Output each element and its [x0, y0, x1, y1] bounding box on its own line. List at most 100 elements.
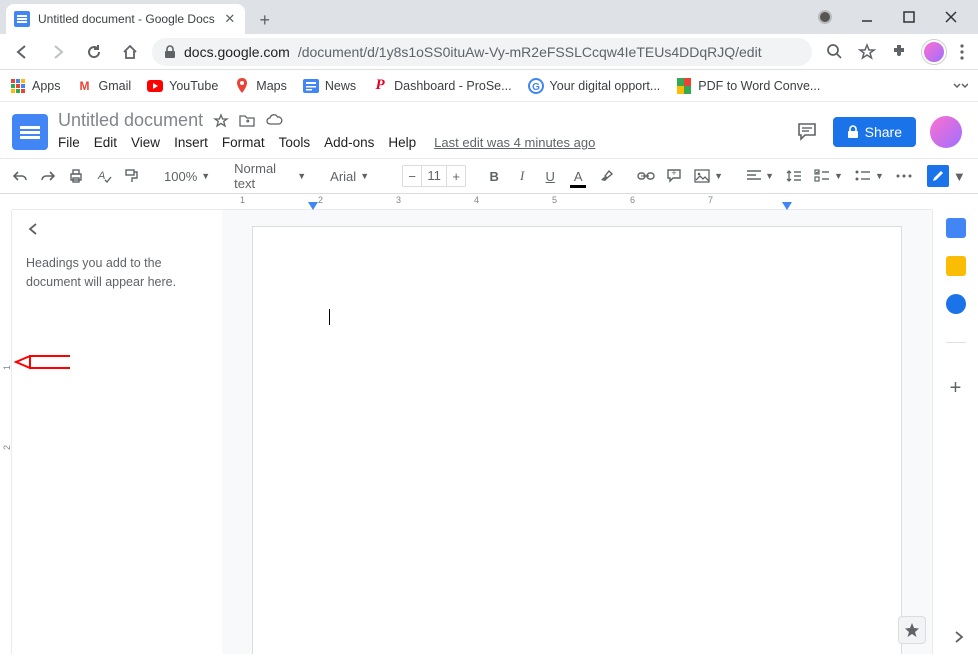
- last-edit-link[interactable]: Last edit was 4 minutes ago: [434, 135, 595, 150]
- bold-button[interactable]: B: [482, 164, 506, 188]
- account-avatar[interactable]: [930, 116, 962, 148]
- font-family-dropdown[interactable]: Arial▼: [326, 169, 386, 184]
- tab-close-icon[interactable]: ✕: [223, 12, 237, 26]
- comments-icon[interactable]: [795, 120, 819, 144]
- google-g-icon: G: [528, 78, 544, 94]
- bookmark-youtube[interactable]: YouTube: [147, 78, 218, 94]
- font-size-increase[interactable]: +: [447, 166, 465, 186]
- chrome-menu-icon[interactable]: [960, 44, 964, 60]
- outline-hint-text: Headings you add to the document will ap…: [26, 254, 208, 292]
- url-path: /document/d/1y8s1oSS0ituAw-Vy-mR2eFSSLCc…: [298, 44, 762, 60]
- italic-button[interactable]: I: [510, 164, 534, 188]
- tasks-icon[interactable]: [946, 294, 966, 314]
- side-panel: +: [932, 210, 978, 654]
- insert-link-button[interactable]: [634, 164, 658, 188]
- docs-logo-icon[interactable]: [12, 114, 48, 150]
- star-icon[interactable]: [213, 113, 229, 129]
- bookmark-google[interactable]: GYour digital opport...: [528, 78, 661, 94]
- document-page[interactable]: [252, 226, 902, 654]
- bookmark-label: PDF to Word Conve...: [698, 79, 820, 93]
- bookmark-pinterest[interactable]: PDashboard - ProSe...: [372, 78, 511, 94]
- extensions-icon[interactable]: [890, 43, 908, 61]
- maps-pin-icon: [234, 78, 250, 94]
- menu-view[interactable]: View: [131, 135, 160, 150]
- undo-button[interactable]: [8, 164, 32, 188]
- chevron-down-icon: ▼: [297, 171, 306, 181]
- align-dropdown[interactable]: ▼: [743, 170, 778, 182]
- browser-profile-avatar[interactable]: [922, 40, 946, 64]
- bulleted-list-dropdown[interactable]: ▼: [851, 169, 888, 183]
- chevron-down-icon: ▼: [765, 171, 774, 181]
- nav-home-button[interactable]: [116, 38, 144, 66]
- add-comment-button[interactable]: +: [662, 164, 686, 188]
- zoom-dropdown[interactable]: 100%▼: [160, 169, 214, 184]
- menu-addons[interactable]: Add-ons: [324, 135, 374, 150]
- line-spacing-dropdown[interactable]: [782, 169, 806, 183]
- search-icon[interactable]: [826, 43, 844, 61]
- horizontal-ruler[interactable]: 1 2 3 4 5 6 7: [12, 194, 932, 210]
- docs-header: Untitled document File Edit View Insert …: [0, 102, 978, 150]
- address-bar[interactable]: docs.google.com/document/d/1y8s1oSS0ituA…: [152, 38, 812, 66]
- share-label: Share: [865, 124, 902, 140]
- bookmark-maps[interactable]: Maps: [234, 78, 287, 94]
- document-title[interactable]: Untitled document: [58, 110, 203, 131]
- window-close-icon[interactable]: [944, 10, 958, 24]
- editing-mode-dropdown[interactable]: ▼: [920, 162, 973, 190]
- print-button[interactable]: [64, 164, 88, 188]
- get-addons-button[interactable]: +: [950, 377, 962, 400]
- font-size-value[interactable]: 11: [421, 166, 447, 186]
- indent-marker-icon[interactable]: [782, 202, 792, 210]
- menu-insert[interactable]: Insert: [174, 135, 208, 150]
- share-button[interactable]: Share: [833, 117, 916, 147]
- window-maximize-icon[interactable]: [902, 10, 916, 24]
- nav-back-button[interactable]: [8, 38, 36, 66]
- chevron-down-icon: ▼: [875, 171, 884, 181]
- underline-button[interactable]: U: [538, 164, 562, 188]
- nav-reload-button[interactable]: [80, 38, 108, 66]
- svg-text:A: A: [97, 170, 105, 182]
- highlight-button[interactable]: [594, 164, 618, 188]
- menu-format[interactable]: Format: [222, 135, 265, 150]
- url-host: docs.google.com: [184, 44, 290, 60]
- checklist-dropdown[interactable]: ▼: [810, 169, 847, 183]
- bookmark-gmail[interactable]: MGmail: [77, 78, 132, 94]
- paint-format-button[interactable]: [120, 164, 144, 188]
- spellcheck-button[interactable]: A: [92, 164, 116, 188]
- menu-edit[interactable]: Edit: [94, 135, 117, 150]
- document-outline-panel: Headings you add to the document will ap…: [12, 210, 222, 654]
- chevron-down-icon: ▼: [714, 171, 723, 181]
- browser-tab-active[interactable]: Untitled document - Google Docs ✕: [6, 4, 245, 34]
- document-canvas[interactable]: [222, 210, 932, 654]
- bookmark-pdf[interactable]: PDF to Word Conve...: [676, 78, 820, 94]
- text-color-button[interactable]: A: [566, 164, 590, 188]
- window-minimize-icon[interactable]: [860, 10, 874, 24]
- keep-icon[interactable]: [946, 256, 966, 276]
- menu-tools[interactable]: Tools: [279, 135, 311, 150]
- paragraph-style-dropdown[interactable]: Normal text▼: [230, 161, 310, 191]
- nav-forward-button[interactable]: [44, 38, 72, 66]
- cloud-status-icon[interactable]: [265, 113, 283, 129]
- explore-button[interactable]: [898, 616, 926, 644]
- bookmark-news[interactable]: News: [303, 78, 356, 94]
- calendar-icon[interactable]: [946, 218, 966, 238]
- bookmark-label: Dashboard - ProSe...: [394, 79, 511, 93]
- indent-marker-icon[interactable]: [308, 202, 318, 210]
- move-folder-icon[interactable]: [239, 113, 255, 129]
- outline-collapse-button[interactable]: [26, 222, 46, 236]
- insert-image-dropdown[interactable]: ▼: [690, 169, 727, 183]
- hide-side-panel-button[interactable]: [954, 630, 964, 644]
- incognito-or-profile-icon[interactable]: [818, 10, 832, 24]
- menu-help[interactable]: Help: [388, 135, 416, 150]
- more-toolbar-button[interactable]: [892, 164, 916, 188]
- redo-button[interactable]: [36, 164, 60, 188]
- menu-file[interactable]: File: [58, 135, 80, 150]
- bookmark-label: Apps: [32, 79, 61, 93]
- pdf-icon: [676, 78, 692, 94]
- vertical-ruler[interactable]: 1 2: [0, 210, 12, 654]
- bookmarks-overflow-icon[interactable]: [952, 82, 968, 90]
- bookmark-star-icon[interactable]: [858, 43, 876, 61]
- bookmark-apps[interactable]: Apps: [10, 78, 61, 94]
- font-size-decrease[interactable]: −: [403, 166, 421, 186]
- pencil-icon: [927, 165, 949, 187]
- new-tab-button[interactable]: +: [251, 6, 279, 34]
